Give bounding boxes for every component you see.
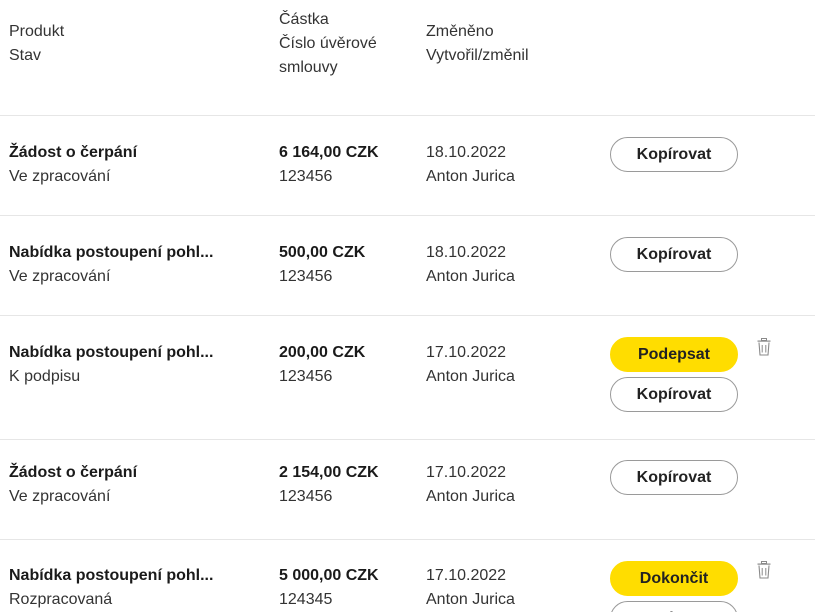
header-contract-label-2: smlouvy <box>279 59 338 76</box>
amount-value: 200,00 CZK <box>279 344 366 361</box>
status-text: K podpisu <box>9 368 81 385</box>
status-text: Rozpracovaná <box>9 591 113 608</box>
changed-by: Anton Jurica <box>426 368 515 385</box>
changed-date: 18.10.2022 <box>426 144 507 161</box>
product-cell: Žádost o čerpání Ve zpracování <box>9 141 271 189</box>
copy-button[interactable]: Kopírovat <box>610 601 738 612</box>
complete-button[interactable]: Dokončit <box>610 561 738 596</box>
table-header: Produkt Stav Částka Číslo úvěrové smlouv… <box>0 0 815 116</box>
date-cell: 17.10.2022 Anton Jurica <box>426 564 515 612</box>
product-name: Nabídka postoupení pohl... <box>9 244 214 261</box>
date-cell: 18.10.2022 Anton Jurica <box>426 141 515 189</box>
amount-cell: 500,00 CZK 123456 <box>279 241 365 289</box>
header-changed-label: Změněno <box>426 23 494 40</box>
changed-by: Anton Jurica <box>426 591 515 608</box>
contract-number: 124345 <box>279 591 333 608</box>
trash-icon[interactable] <box>757 561 771 579</box>
table-row[interactable]: Žádost o čerpání Ve zpracování 6 164,00 … <box>0 116 815 216</box>
amount-value: 6 164,00 CZK <box>279 144 379 161</box>
copy-button[interactable]: Kopírovat <box>610 460 738 495</box>
product-cell: Nabídka postoupení pohl... Rozpracovaná <box>9 564 271 612</box>
trash-icon[interactable] <box>757 338 771 356</box>
changed-by: Anton Jurica <box>426 168 515 185</box>
status-text: Ve zpracování <box>9 488 111 505</box>
date-cell: 17.10.2022 Anton Jurica <box>426 461 515 509</box>
amount-value: 500,00 CZK <box>279 244 366 261</box>
amount-cell: 2 154,00 CZK 123456 <box>279 461 379 509</box>
table-row[interactable]: Nabídka postoupení pohl... Ve zpracování… <box>0 216 815 316</box>
product-name: Nabídka postoupení pohl... <box>9 344 214 361</box>
table-row[interactable]: Nabídka postoupení pohl... K podpisu 200… <box>0 316 815 440</box>
contract-number: 123456 <box>279 268 333 285</box>
contract-number: 123456 <box>279 168 333 185</box>
product-name: Nabídka postoupení pohl... <box>9 567 214 584</box>
copy-button[interactable]: Kopírovat <box>610 237 738 272</box>
copy-button[interactable]: Kopírovat <box>610 137 738 172</box>
changed-by: Anton Jurica <box>426 488 515 505</box>
product-cell: Nabídka postoupení pohl... Ve zpracování <box>9 241 271 289</box>
amount-value: 2 154,00 CZK <box>279 464 379 481</box>
status-text: Ve zpracování <box>9 268 111 285</box>
header-user-label: Vytvořil/změnil <box>426 47 529 64</box>
header-contract-label-1: Číslo úvěrové <box>279 35 377 52</box>
header-amount-label: Částka <box>279 11 329 28</box>
changed-date: 17.10.2022 <box>426 344 507 361</box>
amount-value: 5 000,00 CZK <box>279 567 379 584</box>
contract-number: 123456 <box>279 488 333 505</box>
contract-number: 123456 <box>279 368 333 385</box>
sign-button[interactable]: Podepsat <box>610 337 738 372</box>
date-cell: 18.10.2022 Anton Jurica <box>426 241 515 289</box>
product-cell: Nabídka postoupení pohl... K podpisu <box>9 341 271 389</box>
header-amount-contract: Částka Číslo úvěrové smlouvy <box>279 8 377 80</box>
copy-button[interactable]: Kopírovat <box>610 377 738 412</box>
amount-cell: 6 164,00 CZK 123456 <box>279 141 379 189</box>
changed-date: 18.10.2022 <box>426 244 507 261</box>
product-name: Žádost o čerpání <box>9 144 138 161</box>
changed-date: 17.10.2022 <box>426 567 507 584</box>
product-name: Žádost o čerpání <box>9 464 138 481</box>
header-changed-user: Změněno Vytvořil/změnil <box>426 20 529 68</box>
amount-cell: 5 000,00 CZK 124345 <box>279 564 379 612</box>
table-row[interactable]: Žádost o čerpání Ve zpracování 2 154,00 … <box>0 440 815 540</box>
header-status-label: Stav <box>9 47 42 64</box>
changed-by: Anton Jurica <box>426 268 515 285</box>
amount-cell: 200,00 CZK 123456 <box>279 341 365 389</box>
header-product-label: Produkt <box>9 23 65 40</box>
changed-date: 17.10.2022 <box>426 464 507 481</box>
date-cell: 17.10.2022 Anton Jurica <box>426 341 515 389</box>
table-row[interactable]: Nabídka postoupení pohl... Rozpracovaná … <box>0 540 815 612</box>
status-text: Ve zpracování <box>9 168 111 185</box>
product-cell: Žádost o čerpání Ve zpracování <box>9 461 271 509</box>
header-product-status: Produkt Stav <box>9 20 64 68</box>
